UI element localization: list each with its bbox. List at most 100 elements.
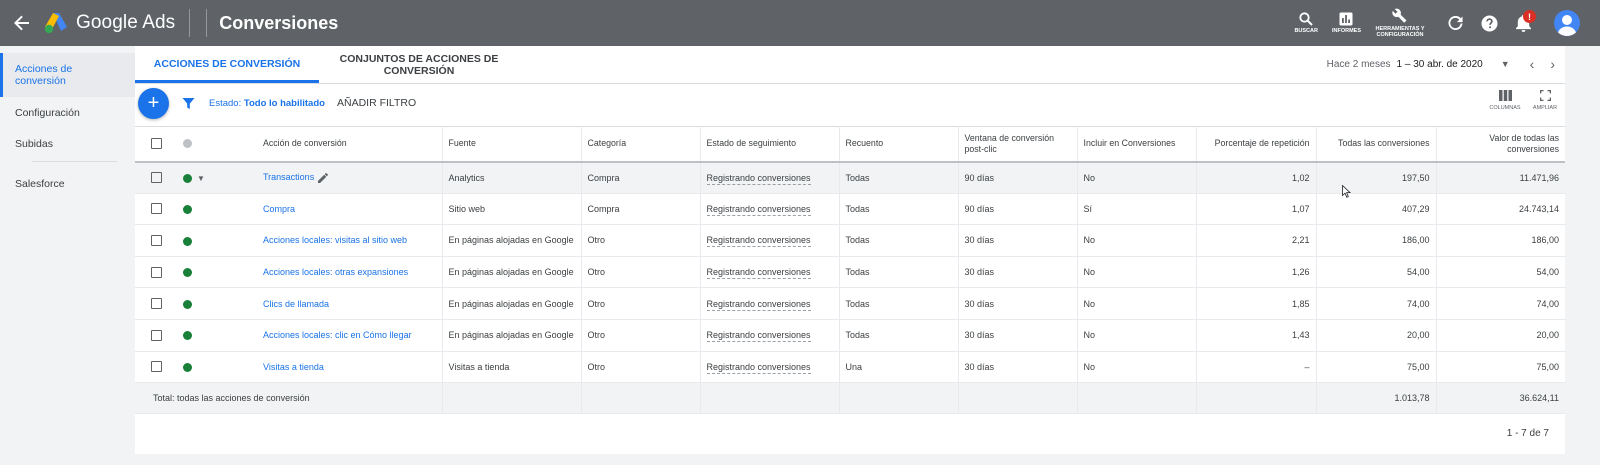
tab-conversion-actions[interactable]: ACCIONES DE CONVERSIÓN xyxy=(135,58,319,83)
tracking-status[interactable]: Registrando conversiones xyxy=(706,172,811,185)
tab-conversion-action-sets[interactable]: CONJUNTOS DE ACCIONES DE CONVERSIÓN xyxy=(327,53,511,83)
row-repeat-cell: 1,43 xyxy=(1196,319,1317,352)
expand-button[interactable]: AMPLIAR xyxy=(1525,90,1565,111)
status-filter-prefix: Estado: xyxy=(209,98,242,109)
total-label: Total: todas las acciones de conversión xyxy=(135,382,443,415)
row-all-conversions-cell: 20,00 xyxy=(1316,319,1437,352)
sidebar-item-settings[interactable]: Configuración xyxy=(0,97,135,128)
column-header-window[interactable]: Ventana de conversión post-clic xyxy=(958,126,1078,163)
header-divider xyxy=(189,9,191,37)
table-row[interactable]: Visitas a tienda Visitas a tienda Otro Regi… xyxy=(135,351,1565,384)
column-header-repeat[interactable]: Porcentaje de repetición xyxy=(1196,126,1317,163)
row-action-cell: Clics de llamada xyxy=(257,287,443,320)
column-header-all-conversions[interactable]: Todas las conversiones xyxy=(1316,126,1437,163)
sidebar-item-uploads[interactable]: Subidas xyxy=(0,128,135,159)
search-icon xyxy=(1299,12,1313,26)
row-source-cell: En páginas alojadas en Google xyxy=(442,256,582,289)
total-row: Total: todas las acciones de conversión … xyxy=(135,382,1565,415)
tools-settings-button[interactable]: HERRAMIENTAS Y CONFIGURACIÓN xyxy=(1375,0,1425,46)
enabled-status-dot-icon xyxy=(183,268,192,278)
enabled-status-dot-icon xyxy=(183,204,192,214)
status-dropdown-icon[interactable]: ▼ xyxy=(197,174,205,183)
row-select-cell xyxy=(135,161,171,194)
back-arrow-icon[interactable] xyxy=(0,0,44,46)
row-checkbox[interactable] xyxy=(151,266,162,278)
row-source-cell: En páginas alojadas en Google xyxy=(442,287,582,320)
tracking-status[interactable]: Registrando conversiones xyxy=(706,267,811,280)
help-button[interactable] xyxy=(1472,0,1506,46)
column-header-all-value[interactable]: Valor de todas las conversiones xyxy=(1436,126,1565,163)
row-checkbox[interactable] xyxy=(151,298,162,310)
conversion-action-link[interactable]: Transactions xyxy=(263,172,314,182)
row-checkbox[interactable] xyxy=(151,172,162,184)
table-row[interactable]: Clics de llamada En páginas alojadas en G… xyxy=(135,287,1565,320)
row-status-cell: ▼ xyxy=(171,161,257,194)
row-repeat-cell: 2,21 xyxy=(1196,224,1317,257)
row-window-cell: 30 días xyxy=(958,287,1078,320)
previous-period-icon[interactable]: ‹ xyxy=(1530,56,1535,72)
row-window-cell: 30 días xyxy=(958,224,1078,257)
add-filter-button[interactable]: AÑADIR FILTRO xyxy=(337,97,416,109)
reports-icon xyxy=(1339,12,1353,26)
sidebar-item-label: Salesforce xyxy=(15,177,65,190)
add-conversion-button[interactable]: + xyxy=(138,88,169,119)
row-action-cell: Acciones locales: visitas al sitio web xyxy=(257,224,443,257)
reports-button[interactable]: INFORMES xyxy=(1332,0,1361,46)
row-source-cell: En páginas alojadas en Google xyxy=(442,319,582,352)
column-header-source[interactable]: Fuente xyxy=(442,126,582,163)
date-range-picker[interactable]: Hace 2 meses 1 – 30 abr. de 2020 ▼ ‹ › xyxy=(1327,56,1555,72)
search-button[interactable]: BUSCAR xyxy=(1294,0,1318,46)
row-include-cell: No xyxy=(1077,256,1197,289)
filter-bar: + Estado: Todo lo habilitado AÑADIR FILT… xyxy=(135,84,1565,126)
refresh-icon xyxy=(1447,15,1463,30)
conversion-action-link[interactable]: Compra xyxy=(263,204,295,214)
row-checkbox[interactable] xyxy=(151,361,162,373)
sidebar-item-salesforce[interactable]: Salesforce xyxy=(0,168,135,199)
tracking-status[interactable]: Registrando conversiones xyxy=(706,361,811,374)
tracking-status[interactable]: Registrando conversiones xyxy=(706,298,811,311)
select-all-cell xyxy=(135,126,171,163)
account-avatar[interactable] xyxy=(1554,10,1580,36)
date-relative: Hace 2 meses xyxy=(1326,58,1391,70)
column-header-count[interactable]: Recuento xyxy=(839,126,959,163)
filter-icon[interactable] xyxy=(182,97,195,110)
conversion-action-link[interactable]: Visitas a tienda xyxy=(263,362,324,372)
tracking-status[interactable]: Registrando conversiones xyxy=(706,330,811,343)
tools-settings-label: HERRAMIENTAS Y CONFIGURACIÓN xyxy=(1375,26,1425,38)
column-header-action[interactable]: Acción de conversión xyxy=(257,126,443,163)
dropdown-caret-icon[interactable]: ▼ xyxy=(1501,59,1510,69)
sidebar-item-conversion-actions[interactable]: Acciones de conversión xyxy=(0,53,135,97)
row-checkbox[interactable] xyxy=(151,235,162,247)
row-category-cell: Otro xyxy=(581,287,701,320)
row-include-cell: No xyxy=(1077,319,1197,352)
notifications-button[interactable]: ! xyxy=(1506,0,1540,46)
refresh-button[interactable] xyxy=(1438,0,1472,46)
column-header-tracking[interactable]: Estado de seguimiento xyxy=(700,126,840,163)
table-cell xyxy=(1077,382,1197,415)
columns-button[interactable]: COLUMNAS xyxy=(1485,90,1525,111)
edit-pencil-icon[interactable] xyxy=(318,172,329,183)
conversion-action-link[interactable]: Acciones locales: clic en Cómo llegar xyxy=(263,330,412,340)
row-checkbox[interactable] xyxy=(151,203,162,215)
row-checkbox[interactable] xyxy=(151,329,162,341)
table-cell xyxy=(958,382,1078,415)
table-row[interactable]: Acciones locales: otras expansiones En pá… xyxy=(135,256,1565,289)
conversion-action-link[interactable]: Acciones locales: otras expansiones xyxy=(263,267,408,277)
column-header-include[interactable]: Incluir en Conversiones xyxy=(1077,126,1197,163)
table-row[interactable]: Acciones locales: visitas al sitio web En… xyxy=(135,224,1565,257)
conversion-action-link[interactable]: Acciones locales: visitas al sitio web xyxy=(263,235,407,245)
next-period-icon[interactable]: › xyxy=(1550,56,1555,72)
tracking-status[interactable]: Registrando conversiones xyxy=(706,203,811,216)
conversion-action-link[interactable]: Clics de llamada xyxy=(263,299,329,309)
sidebar-item-label: Configuración xyxy=(15,106,80,119)
tracking-status[interactable]: Registrando conversiones xyxy=(706,235,811,248)
google-ads-logo[interactable]: Google Ads xyxy=(44,12,175,34)
table-cell xyxy=(700,382,840,415)
row-status-cell xyxy=(171,287,257,320)
select-all-checkbox[interactable] xyxy=(151,138,162,150)
status-filter-chip[interactable]: Estado: Todo lo habilitado xyxy=(209,98,325,109)
row-all-conversions-cell: 186,00 xyxy=(1316,224,1437,257)
table-row[interactable]: Acciones locales: clic en Cómo llegar En … xyxy=(135,319,1565,352)
row-category-cell: Otro xyxy=(581,224,701,257)
column-header-category[interactable]: Categoría xyxy=(581,126,701,163)
